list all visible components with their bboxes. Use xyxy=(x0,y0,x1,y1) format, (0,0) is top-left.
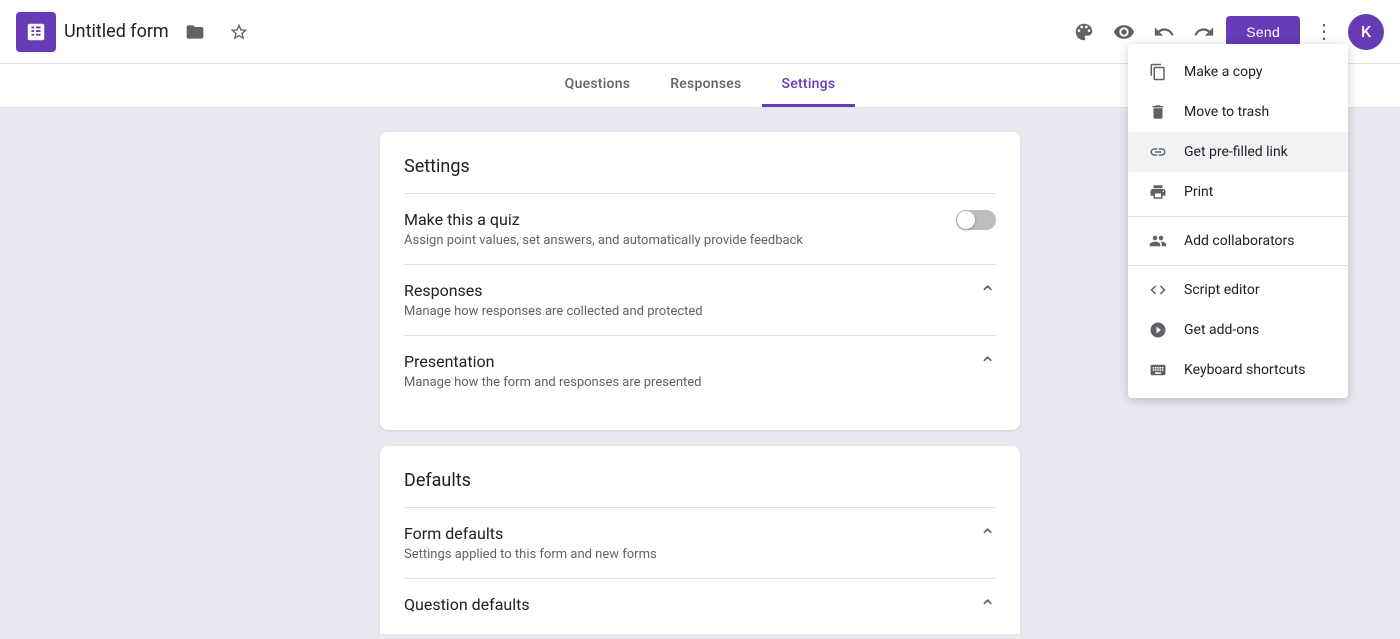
eye-icon xyxy=(1113,21,1135,43)
defaults-card: Defaults Form defaults Settings applied … xyxy=(380,446,1020,634)
palette-button[interactable] xyxy=(1066,14,1102,50)
menu-prefilled-link[interactable]: Get pre-filled link xyxy=(1128,132,1348,172)
app-icon[interactable] xyxy=(16,12,56,52)
presentation-setting-item[interactable]: Presentation Manage how the form and res… xyxy=(404,335,996,406)
menu-keyboard-shortcuts[interactable]: Keyboard shortcuts xyxy=(1128,350,1348,390)
quiz-setting-desc: Assign point values, set answers, and au… xyxy=(404,233,940,248)
menu-add-collaborators-label: Add collaborators xyxy=(1184,233,1294,249)
form-defaults-info: Form defaults Settings applied to this f… xyxy=(404,524,963,562)
responses-setting-label: Responses xyxy=(404,281,963,300)
menu-make-copy[interactable]: Make a copy xyxy=(1128,52,1348,92)
form-defaults-chevron-action: ⌃ xyxy=(979,524,996,548)
form-defaults-item[interactable]: Form defaults Settings applied to this f… xyxy=(404,507,996,578)
undo-icon xyxy=(1153,21,1175,43)
question-defaults-chevron-action: ⌃ xyxy=(979,595,996,619)
settings-card-title: Settings xyxy=(404,156,996,177)
redo-icon xyxy=(1193,21,1215,43)
dropdown-menu: Make a copy Move to trash Get pre-filled… xyxy=(1128,44,1348,398)
defaults-card-title: Defaults xyxy=(404,470,996,491)
link-icon xyxy=(1148,142,1168,162)
addon-icon xyxy=(1148,320,1168,340)
menu-divider-2 xyxy=(1128,265,1348,266)
responses-setting-desc: Manage how responses are collected and p… xyxy=(404,304,963,319)
presentation-setting-label: Presentation xyxy=(404,352,963,371)
form-defaults-desc: Settings applied to this form and new fo… xyxy=(404,547,963,562)
menu-move-trash-label: Move to trash xyxy=(1184,104,1269,120)
responses-chevron-icon: ⌃ xyxy=(979,281,996,305)
forms-icon xyxy=(25,21,47,43)
menu-keyboard-shortcuts-label: Keyboard shortcuts xyxy=(1184,362,1305,378)
tab-responses[interactable]: Responses xyxy=(650,64,761,107)
tab-settings[interactable]: Settings xyxy=(762,64,856,107)
quiz-toggle-action xyxy=(956,210,996,230)
menu-prefilled-link-label: Get pre-filled link xyxy=(1184,144,1288,160)
keyboard-icon xyxy=(1148,360,1168,380)
menu-script-editor-label: Script editor xyxy=(1184,282,1260,298)
responses-chevron-action: ⌃ xyxy=(979,281,996,305)
question-defaults-item[interactable]: Question defaults ⌃ xyxy=(404,578,996,634)
settings-card: Settings Make this a quiz Assign point v… xyxy=(380,132,1020,430)
menu-script-editor[interactable]: Script editor xyxy=(1128,270,1348,310)
copy-icon xyxy=(1148,62,1168,82)
menu-print[interactable]: Print xyxy=(1128,172,1348,212)
folder-button[interactable] xyxy=(177,14,213,50)
presentation-setting-info: Presentation Manage how the form and res… xyxy=(404,352,963,390)
menu-make-copy-label: Make a copy xyxy=(1184,64,1263,80)
menu-get-addons[interactable]: Get add-ons xyxy=(1128,310,1348,350)
presentation-chevron-action: ⌃ xyxy=(979,352,996,376)
menu-divider-1 xyxy=(1128,216,1348,217)
print-icon xyxy=(1148,182,1168,202)
send-button[interactable]: Send xyxy=(1226,16,1300,48)
tab-questions[interactable]: Questions xyxy=(545,64,651,107)
menu-move-trash[interactable]: Move to trash xyxy=(1128,92,1348,132)
responses-setting-info: Responses Manage how responses are colle… xyxy=(404,281,963,319)
quiz-setting-label: Make this a quiz xyxy=(404,210,940,229)
question-defaults-label: Question defaults xyxy=(404,595,963,614)
people-icon xyxy=(1148,231,1168,251)
menu-add-collaborators[interactable]: Add collaborators xyxy=(1128,221,1348,261)
trash-icon xyxy=(1148,102,1168,122)
quiz-setting-item: Make this a quiz Assign point values, se… xyxy=(404,193,996,264)
palette-icon xyxy=(1073,21,1095,43)
code-icon xyxy=(1148,280,1168,300)
star-button[interactable] xyxy=(221,14,257,50)
quiz-toggle[interactable] xyxy=(956,210,996,230)
responses-setting-item[interactable]: Responses Manage how responses are colle… xyxy=(404,264,996,335)
presentation-chevron-icon: ⌃ xyxy=(979,352,996,376)
star-icon xyxy=(229,22,249,42)
quiz-setting-info: Make this a quiz Assign point values, se… xyxy=(404,210,940,248)
form-title: Untitled form xyxy=(64,21,169,42)
presentation-setting-desc: Manage how the form and responses are pr… xyxy=(404,375,963,390)
form-defaults-label: Form defaults xyxy=(404,524,963,543)
question-defaults-chevron-icon: ⌃ xyxy=(979,595,996,619)
menu-print-label: Print xyxy=(1184,184,1213,200)
header-left: Untitled form xyxy=(16,12,1066,52)
avatar[interactable]: K xyxy=(1348,14,1384,50)
folder-icon xyxy=(185,22,205,42)
form-defaults-chevron-icon: ⌃ xyxy=(979,524,996,548)
menu-get-addons-label: Get add-ons xyxy=(1184,322,1259,338)
question-defaults-info: Question defaults xyxy=(404,595,963,618)
